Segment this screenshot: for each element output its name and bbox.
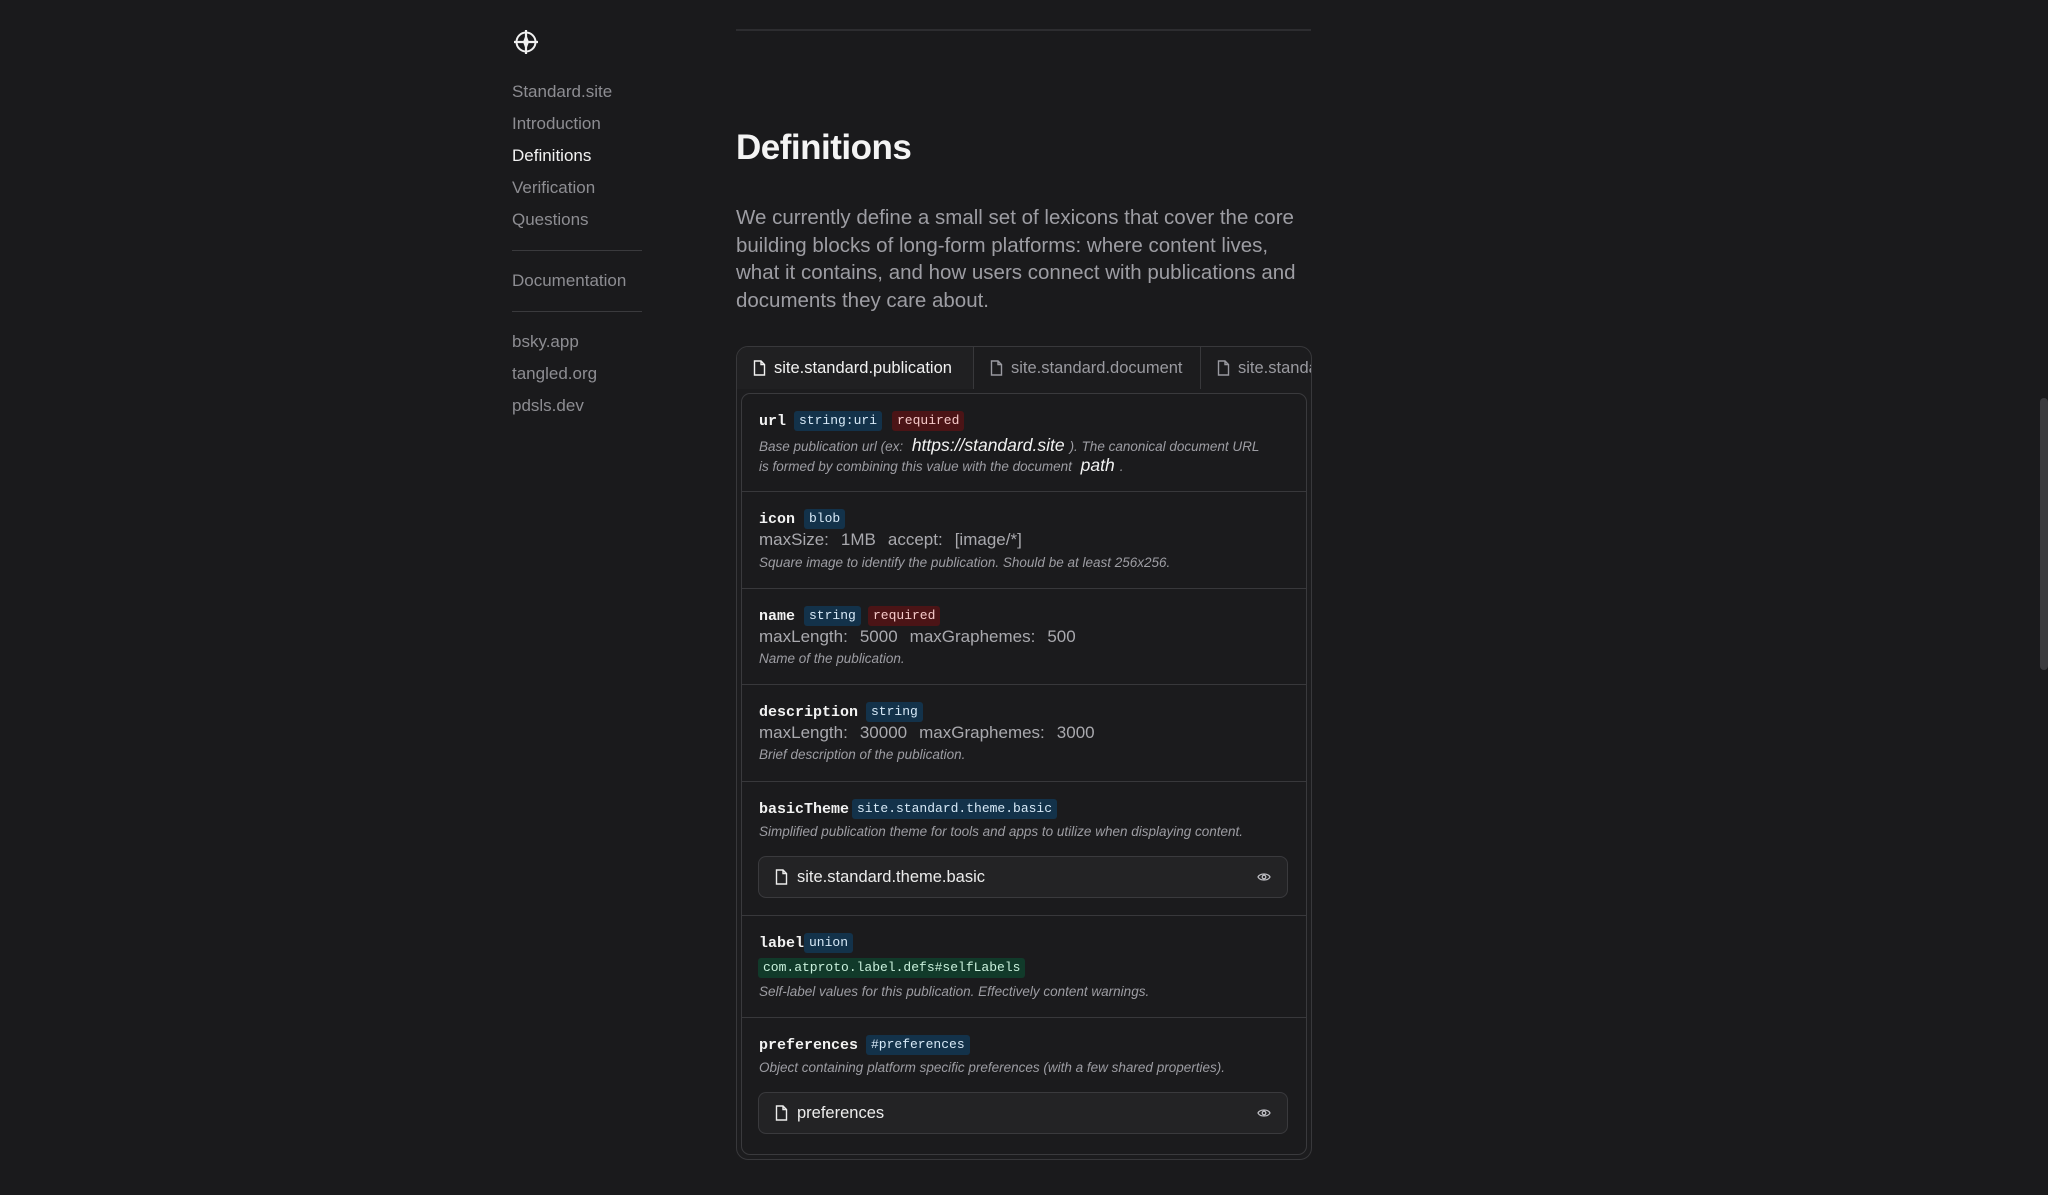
property-description: is formed by combining this value with t… (759, 455, 1124, 475)
property-name: name (759, 608, 796, 625)
file-icon (775, 1105, 788, 1121)
tab-label: site.standard.document (1011, 358, 1183, 377)
file-icon (753, 360, 766, 376)
type-badge: union (804, 933, 854, 953)
property-name: description (759, 704, 859, 721)
nav-item-verification[interactable]: Verification (512, 174, 642, 206)
tab-document[interactable]: site.standard.document (974, 347, 1201, 389)
page-scrollbar[interactable] (2040, 398, 2048, 670)
property-icon: icon blob maxSize: 1MB accept: [image/*] Sq… (742, 492, 1306, 589)
property-description: Object containing platform specific pref… (759, 1060, 1225, 1075)
type-badge[interactable]: #preferences (866, 1035, 970, 1055)
property-description: Name of the publication. (759, 651, 905, 666)
ref-theme-basic[interactable]: site.standard.theme.basic (758, 856, 1288, 898)
union-ref-badge[interactable]: com.atproto.label.defs#selfLabels (758, 958, 1026, 978)
tab-label: site.standard.publication (774, 358, 952, 377)
nav-item-definitions[interactable]: Definitions (512, 142, 642, 174)
tab-publication[interactable]: site.standard.publication (737, 347, 974, 389)
nav-item-documentation[interactable]: Documentation (512, 267, 642, 299)
nav-link-bsky[interactable]: bsky.app (512, 328, 642, 360)
property-preferences: preferences #preferences Object containi… (742, 1018, 1306, 1154)
ref-label: site.standard.theme.basic (797, 867, 986, 886)
file-icon (990, 360, 1003, 376)
property-description: Square image to identify the publication… (759, 555, 1171, 570)
section-divider (736, 29, 1311, 31)
property-description: Base publication url (ex: https://standa… (759, 435, 1260, 455)
tab-subscription[interactable]: site.standard.graph.subscription (1201, 347, 1311, 389)
ref-label: preferences (797, 1103, 885, 1122)
property-name: url (759, 413, 787, 430)
intro-paragraph: We currently define a small set of lexic… (736, 206, 1296, 312)
property-description: Self-label values for this publication. … (759, 984, 1150, 999)
property-description: Simplified publication theme for tools a… (759, 824, 1244, 839)
property-name: icon (759, 511, 796, 528)
type-badge: string (866, 702, 923, 722)
property-basic-theme: basicTheme site.standard.theme.basic Sim… (742, 782, 1306, 916)
nav-link-pdsls[interactable]: pdsls.dev (512, 392, 642, 424)
property-constraints: maxSize: 1MB accept: [image/*] (759, 530, 1022, 549)
property-list: url string:uri required Base publication… (741, 393, 1307, 1155)
property-name-field: name string required maxLength: 5000 maxGr… (742, 589, 1306, 685)
file-icon (1217, 360, 1230, 376)
property-labels: labels union com.atproto.label.defs#self… (742, 916, 1306, 1018)
eye-icon[interactable] (1257, 1107, 1271, 1119)
property-name: preferences (759, 1037, 859, 1054)
property-constraints: maxLength: 30000 maxGraphemes: 3000 (759, 723, 1095, 742)
property-description-field: description string maxLength: 30000 maxGra… (742, 685, 1306, 782)
logo-icon[interactable] (512, 28, 540, 56)
required-badge: required (868, 606, 941, 626)
type-badge: blob (804, 509, 846, 529)
property-name: basicTheme (759, 801, 850, 818)
nav-item-questions[interactable]: Questions (512, 206, 642, 238)
nav-link-tangled[interactable]: tangled.org (512, 360, 642, 392)
tab-label: site.standard.graph.subscription (1238, 358, 1311, 377)
lexicon-tabs: site.standard.publication site.standard.… (737, 347, 1311, 389)
property-url: url string:uri required Base publication… (742, 394, 1306, 492)
type-badge: string (804, 606, 861, 626)
nav-item-introduction[interactable]: Introduction (512, 110, 642, 142)
type-badge: string:uri (794, 411, 883, 431)
eye-icon[interactable] (1257, 871, 1271, 883)
sidebar-nav: Standard.site Introduction Definitions V… (512, 78, 642, 424)
required-badge: required (892, 411, 965, 431)
nav-item-standard-site[interactable]: Standard.site (512, 78, 642, 110)
inline-code: https://standard.site (911, 435, 1065, 455)
ref-preferences[interactable]: preferences (758, 1092, 1288, 1134)
nav-divider (512, 250, 642, 251)
property-constraints: maxLength: 5000 maxGraphemes: 500 (759, 627, 1076, 646)
file-icon (775, 869, 788, 885)
page-title: Definitions (736, 128, 912, 167)
lexicon-panel: site.standard.publication site.standard.… (736, 346, 1312, 1160)
nav-divider (512, 311, 642, 312)
type-badge[interactable]: site.standard.theme.basic (852, 799, 1058, 819)
inline-code: path (1080, 455, 1115, 475)
property-description: Brief description of the publication. (759, 747, 966, 762)
